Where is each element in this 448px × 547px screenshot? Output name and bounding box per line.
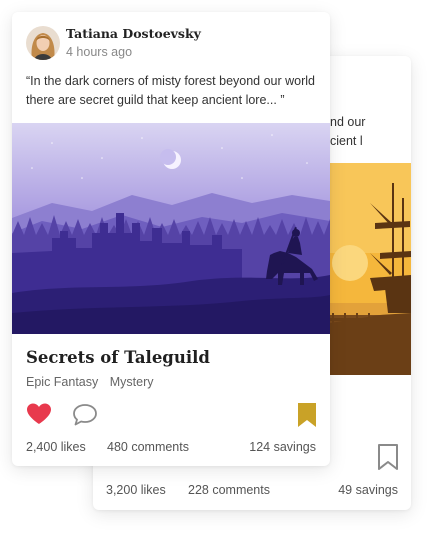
- genre-tag[interactable]: Mystery: [110, 375, 154, 389]
- quote-line: nd our: [330, 115, 366, 129]
- night-castle-image[interactable]: [12, 123, 330, 334]
- genre-tags: Epic Fantasy Mystery: [26, 375, 162, 389]
- genre-tag[interactable]: Epic Fantasy: [26, 375, 98, 389]
- savings-count: 124 savings: [249, 440, 316, 454]
- post-quote-excerpt: nd our cient l: [330, 113, 410, 151]
- post-time: 4 hours ago: [66, 45, 133, 59]
- bookmark-icon[interactable]: [377, 443, 399, 471]
- heart-icon[interactable]: [26, 402, 52, 426]
- author-name[interactable]: Tatiana Dostoevsky: [66, 26, 201, 41]
- quote-line: cient l: [330, 134, 363, 148]
- comment-icon[interactable]: [72, 403, 98, 427]
- likes-count: 2,400 likes: [26, 440, 86, 454]
- post-quote: “In the dark corners of misty forest bey…: [26, 74, 316, 107]
- comments-count: 480 comments: [107, 440, 189, 454]
- savings-count: 49 savings: [338, 483, 398, 497]
- likes-count: 3,200 likes: [106, 483, 166, 497]
- comments-count: 228 comments: [188, 483, 270, 497]
- sunset-ship-image[interactable]: [330, 163, 411, 375]
- avatar[interactable]: [26, 26, 60, 60]
- post-card[interactable]: Tatiana Dostoevsky 4 hours ago “In the d…: [12, 12, 330, 466]
- bookmark-icon[interactable]: [297, 402, 317, 428]
- book-title[interactable]: Secrets of Taleguild: [26, 348, 210, 367]
